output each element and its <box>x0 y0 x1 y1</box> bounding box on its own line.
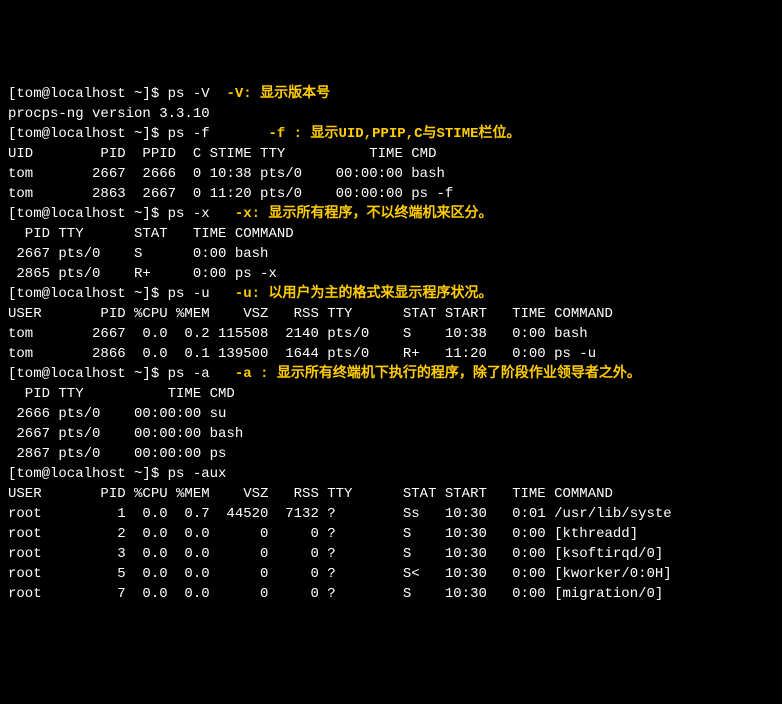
psx-row: 2667 pts/0 S 0:00 bash <box>8 246 268 262</box>
version-line: procps-ng version 3.3.10 <box>8 106 210 122</box>
psf-row: tom 2667 2666 0 10:38 pts/0 00:00:00 bas… <box>8 166 445 182</box>
shell-prompt: [tom@localhost ~]$ <box>8 466 168 482</box>
command-input[interactable]: ps -u <box>168 286 210 302</box>
annotation-u: -u: 以用户为主的格式来显示程序状况。 <box>235 286 493 302</box>
psx-header: PID TTY STAT TIME COMMAND <box>8 226 294 242</box>
psa-header: PID TTY TIME CMD <box>8 386 235 402</box>
command-input[interactable]: ps -a <box>168 366 210 382</box>
command-input[interactable]: ps -V <box>168 86 210 102</box>
shell-prompt: [tom@localhost ~]$ <box>8 206 168 222</box>
annotation-a: -a : 显示所有终端机下执行的程序，除了阶段作业领导者之外。 <box>235 366 641 382</box>
psf-header: UID PID PPID C STIME TTY TIME CMD <box>8 146 436 162</box>
command-input[interactable]: ps -aux <box>168 466 227 482</box>
psaux-row: root 1 0.0 0.7 44520 7132 ? Ss 10:30 0:0… <box>8 506 672 522</box>
psaux-row: root 3 0.0 0.0 0 0 ? S 10:30 0:00 [ksoft… <box>8 546 663 562</box>
shell-prompt: [tom@localhost ~]$ <box>8 126 168 142</box>
psa-row: 2867 pts/0 00:00:00 ps <box>8 446 226 462</box>
psu-row: tom 2866 0.0 0.1 139500 1644 pts/0 R+ 11… <box>8 346 596 362</box>
psf-row: tom 2863 2667 0 11:20 pts/0 00:00:00 ps … <box>8 186 453 202</box>
psa-row: 2666 pts/0 00:00:00 su <box>8 406 226 422</box>
psa-row: 2667 pts/0 00:00:00 bash <box>8 426 243 442</box>
annotation-V: -V: 显示版本号 <box>226 86 330 102</box>
shell-prompt: [tom@localhost ~]$ <box>8 366 168 382</box>
shell-prompt: [tom@localhost ~]$ <box>8 86 168 102</box>
annotation-x: -x: 显示所有程序，不以终端机来区分。 <box>235 206 493 222</box>
psaux-row: root 5 0.0 0.0 0 0 ? S< 10:30 0:00 [kwor… <box>8 566 672 582</box>
psaux-header: USER PID %CPU %MEM VSZ RSS TTY STAT STAR… <box>8 486 613 502</box>
shell-prompt: [tom@localhost ~]$ <box>8 286 168 302</box>
psu-header: USER PID %CPU %MEM VSZ RSS TTY STAT STAR… <box>8 306 613 322</box>
annotation-f: -f : 显示UID,PPIP,C与STIME栏位。 <box>268 126 520 142</box>
terminal[interactable]: [tom@localhost ~]$ ps -V -V: 显示版本号 procp… <box>8 84 774 604</box>
psaux-row: root 2 0.0 0.0 0 0 ? S 10:30 0:00 [kthre… <box>8 526 638 542</box>
command-input[interactable]: ps -x <box>168 206 210 222</box>
command-input[interactable]: ps -f <box>168 126 210 142</box>
psaux-row: root 7 0.0 0.0 0 0 ? S 10:30 0:00 [migra… <box>8 586 663 602</box>
psx-row: 2865 pts/0 R+ 0:00 ps -x <box>8 266 277 282</box>
psu-row: tom 2667 0.0 0.2 115508 2140 pts/0 S 10:… <box>8 326 588 342</box>
